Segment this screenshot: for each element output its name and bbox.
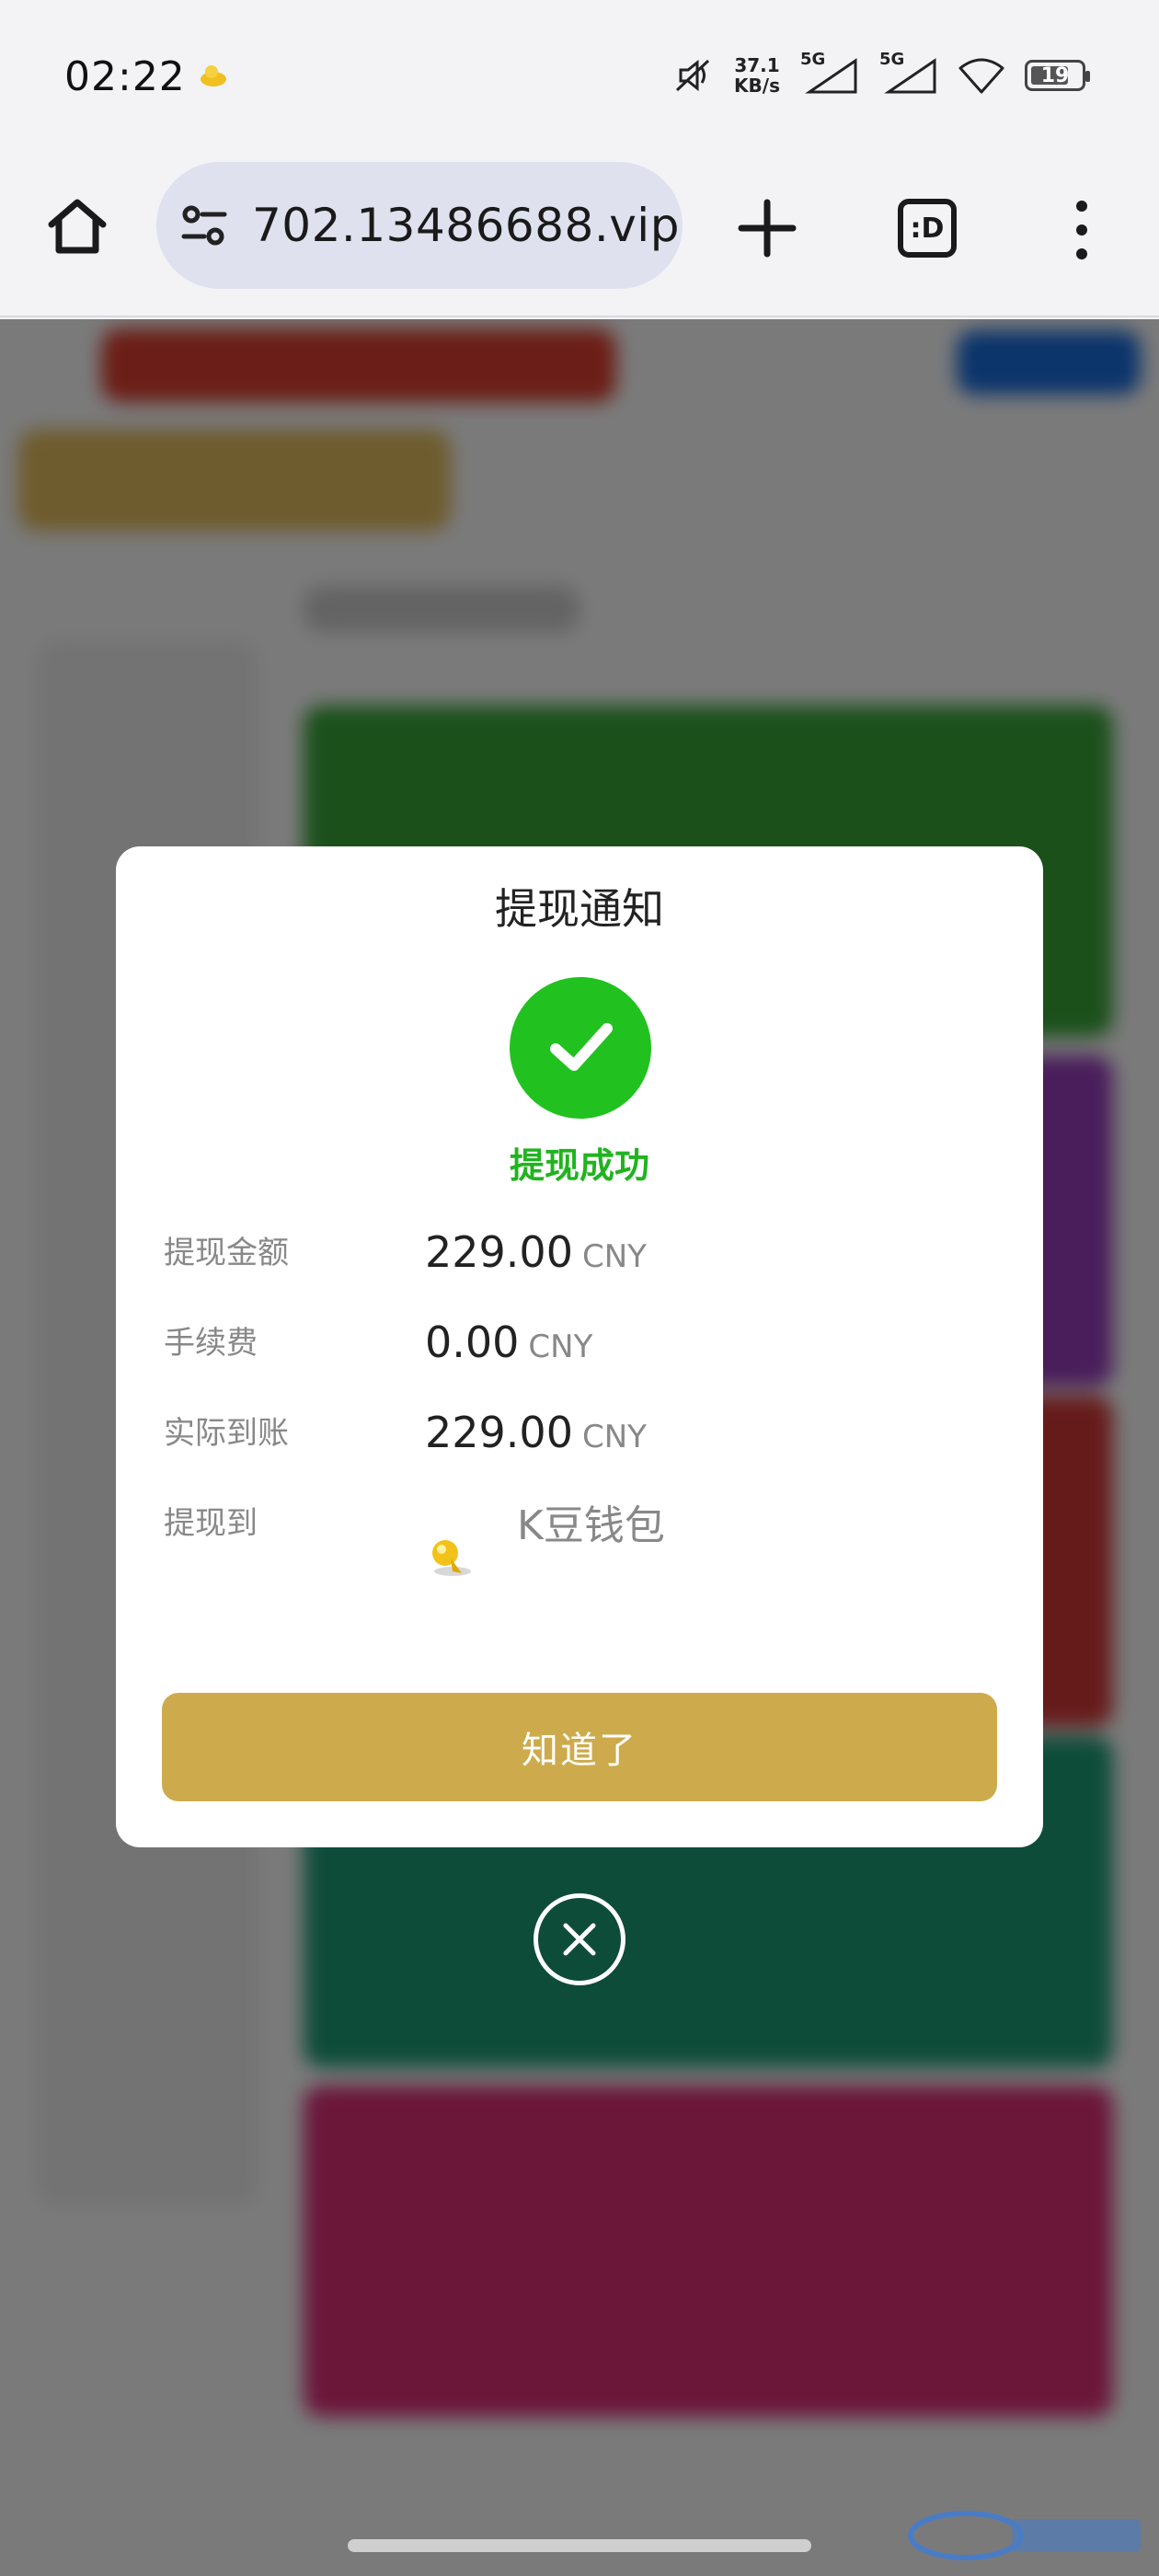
success-status: 提现成功 — [509, 1145, 649, 1186]
detail-row: 实际到账 229.00 CNY — [164, 1408, 995, 1481]
row-value: 0.00 CNY — [425, 1317, 592, 1367]
amount: 229.00 — [425, 1408, 573, 1457]
home-icon[interactable] — [44, 193, 110, 259]
site-settings-icon[interactable] — [177, 198, 232, 253]
net-speed: 37.1 KB/s — [734, 55, 780, 96]
success-check-icon — [510, 977, 651, 1119]
currency: CNY — [581, 1419, 647, 1455]
mute-icon — [676, 59, 710, 92]
close-dialog-button[interactable] — [534, 1893, 625, 1985]
tab-switcher-label: :D — [910, 212, 945, 245]
status-bar: 02:22 37.1 KB/s 5G 5G 19 — [0, 0, 1159, 156]
row-label: 提现到 — [164, 1505, 258, 1542]
currency: CNY — [528, 1328, 593, 1365]
browser-toolbar: 702.13486688.vip :D — [0, 156, 1159, 317]
amount: 229.00 — [425, 1227, 573, 1277]
signal-type: 5G — [800, 50, 826, 69]
status-time: 02:22 — [64, 53, 186, 100]
row-value: 229.00 CNY — [425, 1408, 647, 1457]
app-notification-icon — [201, 65, 226, 86]
url-text[interactable]: 702.13486688.vip — [252, 199, 680, 252]
amount: 0.00 — [425, 1317, 520, 1367]
watermark-logo — [908, 2511, 1141, 2560]
signal-icon: 5G — [879, 50, 938, 96]
battery-level: 19 — [1040, 63, 1070, 87]
withdraw-notice-dialog: 提现通知 提现成功 提现金额 229.00 CNY 手续费 0.00 CNY 实际到… — [116, 846, 1043, 1847]
signal-type: 5G — [879, 50, 905, 69]
tab-switcher-button[interactable]: :D — [898, 199, 957, 258]
detail-row: 提现金额 229.00 CNY — [164, 1227, 995, 1301]
row-label: 手续费 — [164, 1325, 258, 1362]
row-label: 提现金额 — [164, 1235, 289, 1271]
wallet-name: K豆钱包 — [517, 1502, 665, 1549]
new-tab-icon[interactable] — [732, 193, 802, 263]
battery-icon: 19 — [1025, 60, 1090, 91]
detail-row: 手续费 0.00 CNY — [164, 1317, 995, 1391]
wifi-icon — [958, 58, 1004, 94]
address-bar[interactable]: 702.13486688.vip — [156, 162, 683, 289]
dialog-title: 提现通知 — [495, 884, 664, 934]
row-label: 实际到账 — [164, 1415, 289, 1452]
currency: CNY — [581, 1238, 647, 1275]
net-speed-value: 37.1 — [734, 54, 780, 76]
wallet-logo-icon — [432, 1540, 471, 1576]
net-speed-unit: KB/s — [734, 75, 780, 97]
more-menu-icon[interactable] — [1063, 197, 1100, 263]
gesture-home-indicator[interactable] — [348, 2539, 811, 2552]
signal-icon: 5G — [800, 50, 859, 96]
confirm-button[interactable]: 知道了 — [162, 1693, 997, 1801]
row-value: 229.00 CNY — [425, 1227, 647, 1277]
close-icon — [563, 1923, 596, 1956]
